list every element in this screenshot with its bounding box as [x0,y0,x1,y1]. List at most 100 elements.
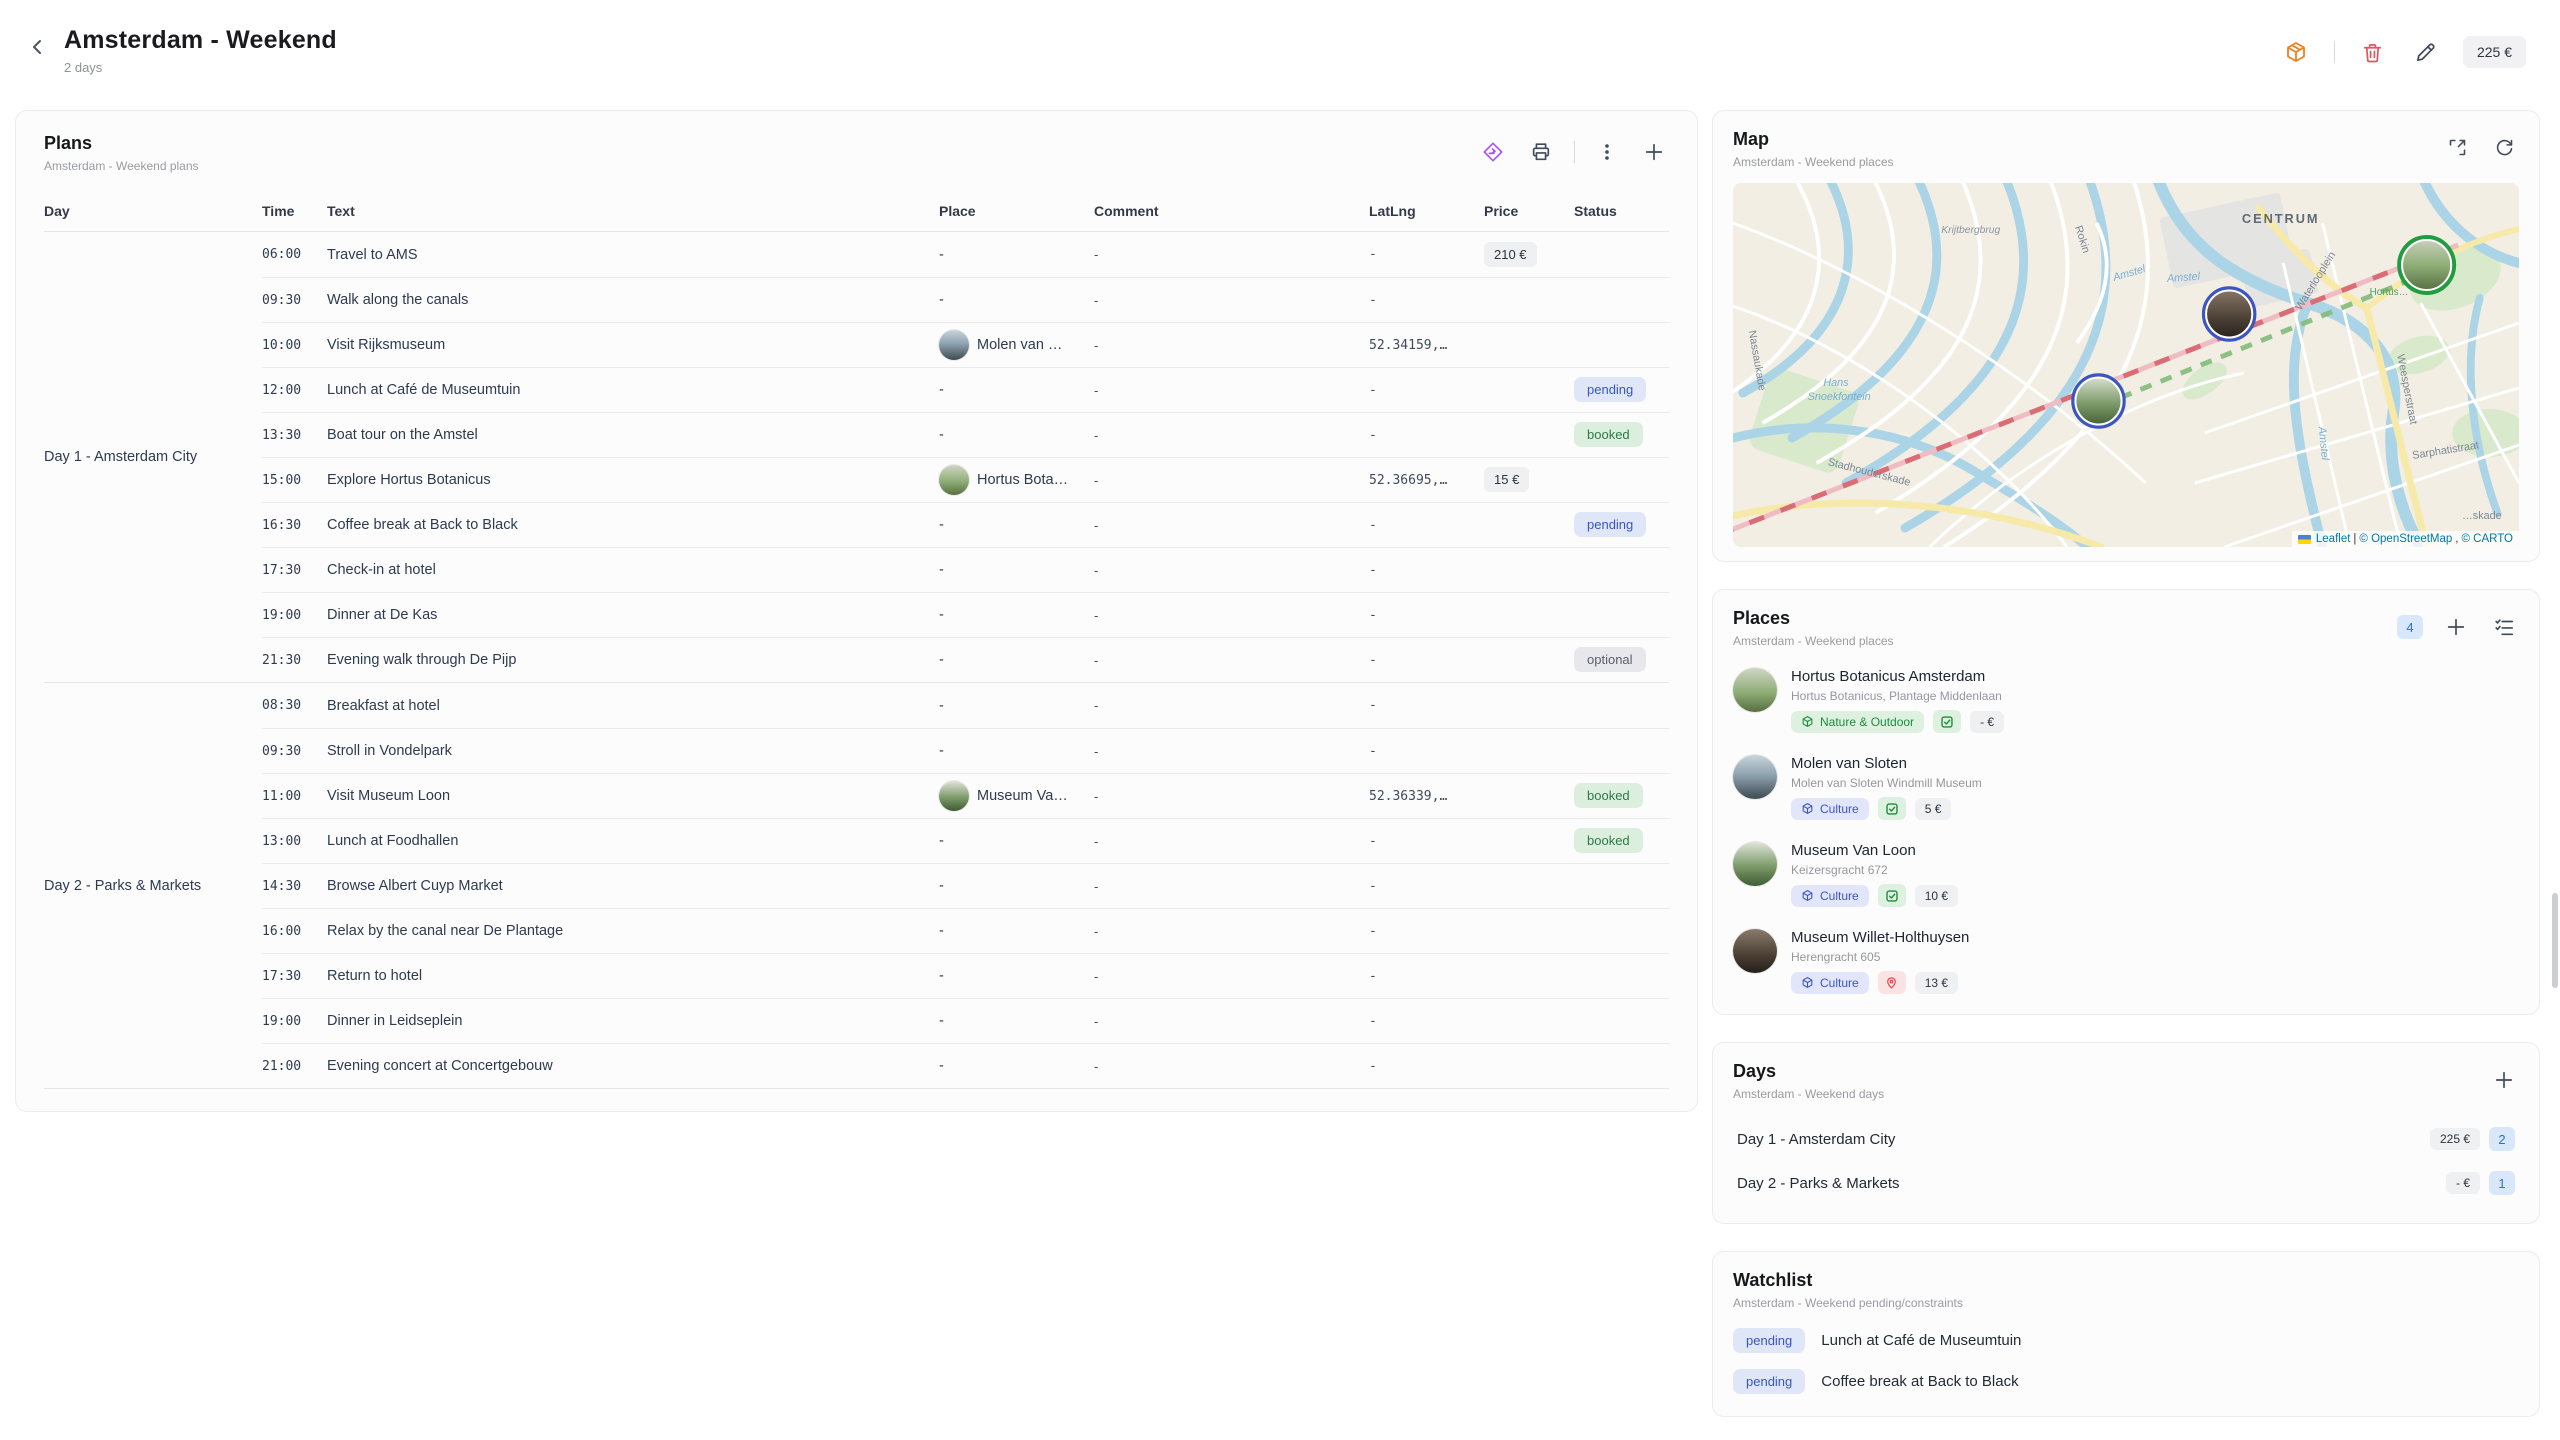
map-expand-button[interactable] [2443,133,2472,162]
place-item[interactable]: Hortus Botanicus Amsterdam Hortus Botani… [1733,668,2519,733]
plan-row[interactable]: 10:00 Visit Rijksmuseum Molen van … - 52… [262,322,1669,367]
attr-separator: | [2353,533,2356,545]
plan-row[interactable]: 08:30 Breakfast at hotel - - - [262,683,1669,728]
plan-comment: - [1094,924,1369,939]
places-list: Hortus Botanicus Amsterdam Hortus Botani… [1733,668,2519,994]
expand-icon [2447,137,2468,158]
add-day-button[interactable] [2489,1065,2519,1095]
plan-row[interactable]: 17:30 Check-in at hotel - - - [262,547,1669,592]
map-refresh-button[interactable] [2490,133,2519,162]
watchlist-row[interactable]: pending Coffee break at Back to Black [1733,1369,2519,1394]
plan-row[interactable]: 17:30 Return to hotel - - - [262,953,1669,998]
place-avatar [939,465,969,495]
delete-trip-button[interactable] [2357,37,2388,68]
plan-row[interactable]: 16:30 Coffee break at Back to Black - - … [262,502,1669,547]
export-package-button[interactable] [2280,36,2312,68]
plan-time: 12:00 [262,383,327,398]
scrollbar-thumb[interactable] [2552,893,2558,988]
plan-comment: - [1094,744,1369,759]
plan-time: 13:00 [262,834,327,849]
plan-row[interactable]: 11:00 Visit Museum Loon Museum Va… - 52.… [262,773,1669,818]
plan-text: Visit Museum Loon [327,788,939,804]
page-title: Amsterdam - Weekend [64,26,337,55]
route-button[interactable] [1478,137,1508,167]
cube-icon [1801,802,1814,815]
places-list-options-button[interactable] [2489,612,2519,642]
right-column: Map Amsterdam - Weekend places [1712,110,2540,1417]
place-avatar [939,781,969,811]
plan-row[interactable]: 21:00 Evening concert at Concertgebouw -… [262,1043,1669,1088]
map-label-hans-1: Hans [1823,377,1849,389]
watchlist-row[interactable]: pending Lunch at Café de Museumtuin [1733,1328,2519,1353]
carto-link[interactable]: © CARTO [2461,533,2513,545]
day-row[interactable]: Day 1 - Amsterdam City 225 € 2 [1733,1117,2519,1161]
place-photo [1733,668,1777,712]
place-item[interactable]: Molen van Sloten Molen van Sloten Windmi… [1733,755,2519,820]
plan-time: 16:30 [262,518,327,533]
day-row[interactable]: Day 2 - Parks & Markets - € 1 [1733,1161,2519,1205]
place-empty: - [939,878,944,894]
price-badge: 210 € [1484,242,1537,267]
plan-text: Lunch at Café de Museumtuin [327,382,939,398]
map-pin-icon [1885,976,1898,990]
plan-row[interactable]: 06:00 Travel to AMS - - - 210 € [262,232,1669,277]
edit-trip-button[interactable] [2410,37,2441,68]
col-time: Time [262,191,327,231]
place-item[interactable]: Museum Willet-Holthuysen Herengracht 605… [1733,929,2519,994]
map-label-centrum: CENTRUM [2242,211,2320,226]
plan-latlng: - [1369,879,1484,894]
col-price: Price [1484,191,1574,231]
plan-row[interactable]: 19:00 Dinner at De Kas - - - [262,592,1669,637]
status-badge: booked [1574,828,1643,853]
plan-row[interactable]: 16:00 Relax by the canal near De Plantag… [262,908,1669,953]
plan-row[interactable]: 21:30 Evening walk through De Pijp - - -… [262,637,1669,682]
plan-row[interactable]: 09:30 Walk along the canals - - - [262,277,1669,322]
place-price-badge: 10 € [1915,885,1958,907]
plan-latlng: - [1369,1059,1484,1074]
plan-latlng: - [1369,924,1484,939]
plan-text: Evening concert at Concertgebouw [327,1058,939,1074]
plan-row[interactable]: 14:30 Browse Albert Cuyp Market - - - [262,863,1669,908]
add-place-button[interactable] [2441,612,2471,642]
plans-actions-divider [1574,141,1575,163]
plan-text: Relax by the canal near De Plantage [327,923,939,939]
plus-icon [1643,141,1665,163]
map-marker-vanloon[interactable] [2073,375,2124,427]
plan-text: Explore Hortus Botanicus [327,472,939,488]
osm-link[interactable]: © OpenStreetMap [2359,533,2452,545]
day-count-badge: 1 [2489,1171,2515,1195]
place-subtitle: Keizersgracht 672 [1791,863,1958,877]
map-marker-hortus[interactable] [2399,237,2454,293]
print-button[interactable] [1526,137,1556,167]
place-subtitle: Herengracht 605 [1791,950,1969,964]
checklist-icon [2493,616,2515,638]
pending-badge: pending [1733,1328,1805,1353]
plan-latlng: - [1369,608,1484,623]
place-name: Molen van … [977,337,1062,353]
plans-more-button[interactable] [1593,138,1621,166]
plan-text: Evening walk through De Pijp [327,652,939,668]
plan-row[interactable]: 09:30 Stroll in Vondelpark - - - [262,728,1669,773]
plan-status-cell: pending [1574,381,1669,399]
place-item[interactable]: Museum Van Loon Keizersgracht 672 Cultur… [1733,842,2519,907]
days-subtitle: Amsterdam - Weekend days [1733,1087,1884,1101]
day-price-badge: 225 € [2430,1128,2480,1150]
plan-row[interactable]: 15:00 Explore Hortus Botanicus Hortus Bo… [262,457,1669,502]
place-empty: - [939,427,944,443]
plan-row[interactable]: 13:00 Lunch at Foodhallen - - - booked [262,818,1669,863]
plan-time: 19:00 [262,608,327,623]
add-plan-button[interactable] [1639,137,1669,167]
plan-comment: - [1094,1014,1369,1029]
plan-place: - [939,1013,1094,1029]
page-subtitle: 2 days [64,60,337,75]
plan-row[interactable]: 12:00 Lunch at Café de Museumtuin - - - … [262,367,1669,412]
leaflet-link[interactable]: Leaflet [2316,533,2351,545]
plan-row[interactable]: 13:30 Boat tour on the Amstel - - - book… [262,412,1669,457]
back-button[interactable] [26,32,48,62]
map-canvas[interactable]: Krijtbergbrug Rokin Amstel Amstel CENTRU… [1733,183,2519,547]
plan-row[interactable]: 19:00 Dinner in Leidseplein - - - [262,998,1669,1043]
map-panel: Map Amsterdam - Weekend places [1712,110,2540,562]
map-marker-willet[interactable] [2204,288,2255,340]
place-empty: - [939,698,944,714]
days-list: Day 1 - Amsterdam City 225 € 2 Day 2 - P… [1733,1117,2519,1205]
